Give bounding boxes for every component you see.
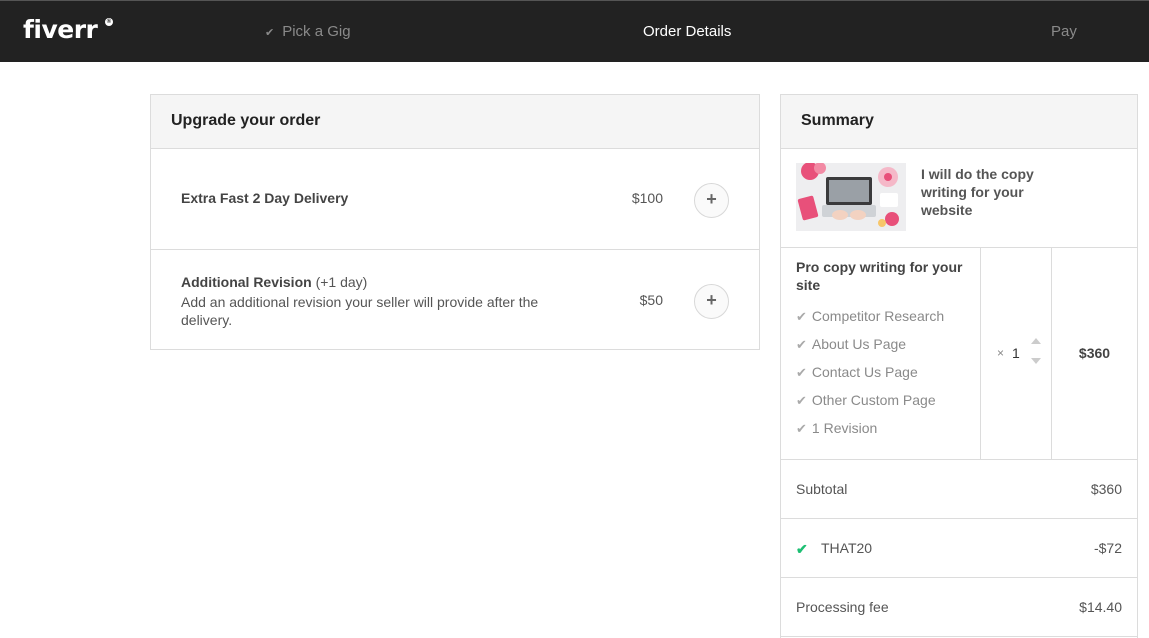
gig-thumbnail-image[interactable] xyxy=(796,163,906,231)
package-feature-label: 1 Revision xyxy=(811,420,878,436)
upgrade-item-price: $100 xyxy=(631,190,663,206)
subtotal-row: Subtotal $360 xyxy=(781,460,1137,519)
summary-heading: Summary xyxy=(781,95,1137,149)
package-price: $360 xyxy=(1078,345,1111,361)
fiverr-logo[interactable]: fiverr xyxy=(23,15,98,44)
upgrade-heading: Upgrade your order xyxy=(151,95,759,149)
step-pay: Pay xyxy=(1051,23,1077,40)
package-details: Pro copy writing for your site ✔ Competit… xyxy=(781,248,981,459)
package-feature-label: Other Custom Page xyxy=(811,392,936,408)
upgrade-item-title: Additional Revision (+1 day) xyxy=(181,274,367,290)
quantity-decrease-icon[interactable] xyxy=(1031,358,1041,364)
upgrade-item-title-text: Extra Fast 2 Day Delivery xyxy=(181,190,349,206)
summary-panel: Summary I will do the copy writing for y… xyxy=(780,94,1138,638)
upgrade-item-title-text: Additional Revision xyxy=(181,274,312,290)
package-feature: ✔ About Us Page xyxy=(796,336,965,364)
check-icon: ✔ xyxy=(796,365,807,380)
add-additional-revision-button[interactable]: + xyxy=(694,284,729,319)
gig-title[interactable]: I will do the copy writing for your webs… xyxy=(921,165,1061,219)
check-icon: ✔ xyxy=(796,541,808,557)
registered-mark-icon: ® xyxy=(105,18,113,26)
coupon-code: THAT20 xyxy=(821,540,873,556)
check-icon: ✔ xyxy=(796,421,807,436)
quantity-value[interactable]: 1 xyxy=(1012,345,1020,361)
check-icon: ✔ xyxy=(796,393,807,408)
check-icon: ✔ xyxy=(265,27,275,39)
upgrade-item-additional-revision: Additional Revision (+1 day) Add an addi… xyxy=(151,250,759,351)
upgrade-item-title: Extra Fast 2 Day Delivery xyxy=(181,190,348,206)
quantity-increase-icon[interactable] xyxy=(1031,338,1041,344)
top-bar: fiverr ® ✔ Pick a Gig Order Details Pay xyxy=(0,0,1149,62)
upgrade-item-description: Add an additional revision your seller w… xyxy=(181,294,539,328)
upgrade-panel: Upgrade your order Extra Fast 2 Day Deli… xyxy=(150,94,760,350)
package-feature-label: Contact Us Page xyxy=(811,364,918,380)
subtotal-value: $360 xyxy=(1090,481,1122,497)
upgrade-item-price: $50 xyxy=(639,292,663,308)
gig-summary: I will do the copy writing for your webs… xyxy=(781,149,1137,248)
times-icon: × xyxy=(997,346,1005,360)
package-feature: ✔ Contact Us Page xyxy=(796,364,965,392)
package-feature: ✔ Other Custom Page xyxy=(796,392,965,420)
package-summary: Pro copy writing for your site ✔ Competit… xyxy=(781,248,1137,460)
step-pick-a-gig[interactable]: ✔ Pick a Gig xyxy=(265,23,351,40)
upgrade-item-title-extra: (+1 day) xyxy=(315,274,368,290)
check-icon: ✔ xyxy=(796,309,807,324)
coupon-row: ✔ THAT20 -$72 xyxy=(781,519,1137,578)
step-order-details: Order Details xyxy=(643,23,732,40)
coupon-discount: -$72 xyxy=(1093,540,1122,556)
subtotal-label: Subtotal xyxy=(796,481,848,497)
package-feature: ✔ 1 Revision xyxy=(796,420,965,448)
package-feature: ✔ Competitor Research xyxy=(796,308,965,336)
package-feature-label: About Us Page xyxy=(811,336,907,352)
processing-fee-row: Processing fee $14.40 xyxy=(781,578,1137,637)
check-icon: ✔ xyxy=(796,337,807,352)
upgrade-item-extra-fast: Extra Fast 2 Day Delivery $100 + xyxy=(151,149,759,250)
add-extra-fast-button[interactable]: + xyxy=(694,183,729,218)
processing-fee-label: Processing fee xyxy=(796,599,889,615)
quantity-stepper[interactable]: × 1 xyxy=(981,248,1052,459)
package-feature-label: Competitor Research xyxy=(811,308,945,324)
processing-fee-value: $14.40 xyxy=(1079,599,1122,615)
package-title: Pro copy writing for your site xyxy=(796,259,963,293)
step-label: Pick a Gig xyxy=(282,23,351,40)
